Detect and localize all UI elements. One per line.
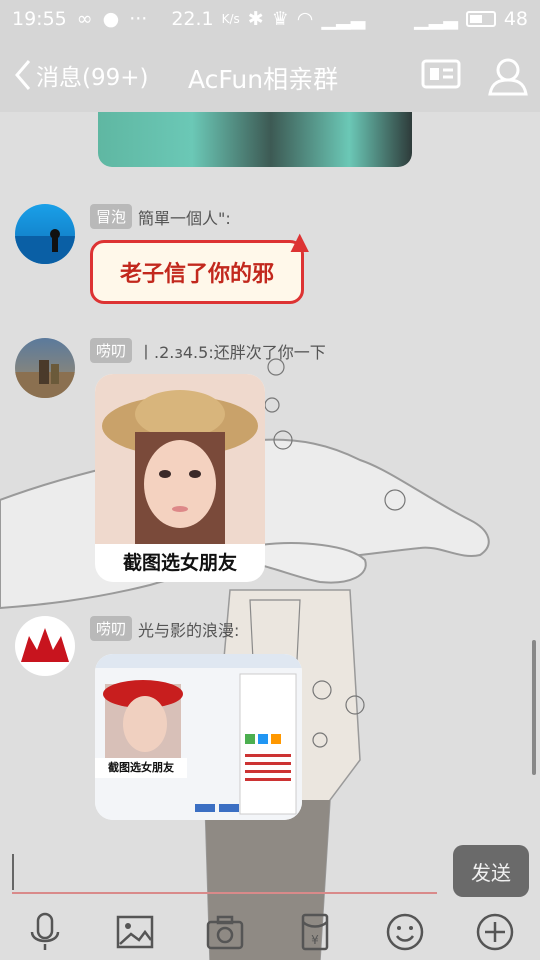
group-members-icon[interactable] <box>486 56 528 96</box>
avatar-red-emblem-image <box>21 628 69 662</box>
crown-icon: ♛ <box>271 8 289 30</box>
back-button[interactable]: 消息(99+) <box>14 58 148 92</box>
image-caption: 截图选女朋友 <box>95 758 187 778</box>
sticker-text: 老子信了你的邪 <box>119 262 274 287</box>
more-dots-icon: ··· <box>129 8 148 30</box>
send-button[interactable]: 发送 <box>453 845 529 897</box>
message-meta: 唠叨 丨.2.з4.5:还胖次了你一下 <box>90 338 326 363</box>
battery-icon <box>465 11 496 27</box>
bluetooth-icon: ✱ <box>247 8 264 30</box>
microphone-icon[interactable] <box>25 912 65 952</box>
image-icon[interactable] <box>115 912 155 952</box>
signal-2-icon: ▁▂▃ <box>413 8 458 30</box>
sticker-message[interactable]: 老子信了你的邪 ▲ <box>90 227 309 304</box>
network-speed-unit: K/s <box>221 12 240 26</box>
emoji-icon[interactable] <box>385 912 425 952</box>
camera-icon[interactable] <box>205 912 245 952</box>
scrollbar[interactable] <box>532 640 536 775</box>
avatar-beach-figure-image <box>15 229 75 264</box>
signal-icon: ▁▂▃ <box>321 8 366 30</box>
member-level-tag: 唠叨 <box>90 338 133 363</box>
message-meta: 冒泡 簡單一個人": <box>90 204 231 229</box>
page-title: AcFun相亲群 <box>188 65 339 94</box>
input-underline <box>12 892 437 894</box>
battery-level: 48 <box>503 8 528 30</box>
message-meta: 唠叨 光与影的浪漫: <box>90 616 239 641</box>
back-label: 消息(99+) <box>36 65 149 91</box>
image-message[interactable]: 截图选女朋友 <box>95 654 302 820</box>
text-cursor <box>12 854 14 890</box>
image-message[interactable]: 截图选女朋友 <box>95 374 265 582</box>
chat-header: 消息(99+) AcFun相亲群 <box>0 38 540 112</box>
plus-icon[interactable] <box>475 912 515 952</box>
avatar[interactable] <box>15 616 75 676</box>
screenshot-thumbnail-image <box>95 654 302 820</box>
image-caption: 截图选女朋友 <box>122 552 237 574</box>
member-level-tag: 冒泡 <box>90 204 133 229</box>
chat-bubble-icon: ● <box>102 8 120 30</box>
previous-image-message[interactable] <box>98 112 412 167</box>
chevron-left-icon <box>15 60 31 90</box>
sender-name: 簡單一個人": <box>138 208 231 228</box>
network-speed: 22.1 <box>171 8 214 30</box>
status-bar: 19:55 ∞ ● ··· 22.1 K/s ✱ ♛ ◠ ▁▂▃ ▁▂▃ 48 <box>0 0 540 38</box>
member-level-tag: 唠叨 <box>90 616 133 641</box>
santa-hat-icon: ▲ <box>290 227 309 255</box>
composer-area: 发送 ¥ <box>0 842 540 960</box>
avatar-landscape-image <box>15 360 75 398</box>
girl-portrait-image <box>95 374 265 544</box>
wifi-icon: ◠ <box>296 8 314 30</box>
message-input[interactable] <box>12 848 437 894</box>
avatar[interactable] <box>15 338 75 398</box>
status-time: 19:55 <box>12 8 67 30</box>
red-packet-icon[interactable]: ¥ <box>295 912 335 952</box>
infinity-icon: ∞ <box>76 8 93 30</box>
group-profile-card-icon[interactable] <box>421 56 461 92</box>
svg-text:¥: ¥ <box>311 933 319 947</box>
sender-name: 光与影的浪漫: <box>138 620 240 640</box>
sender-name: 丨.2.з4.5:还胖次了你一下 <box>138 342 326 362</box>
avatar[interactable] <box>15 204 75 264</box>
chat-message-list[interactable]: 冒泡 簡單一個人": 老子信了你的邪 ▲ 唠叨 丨.2.з4.5:还胖次了你一下… <box>0 112 540 842</box>
